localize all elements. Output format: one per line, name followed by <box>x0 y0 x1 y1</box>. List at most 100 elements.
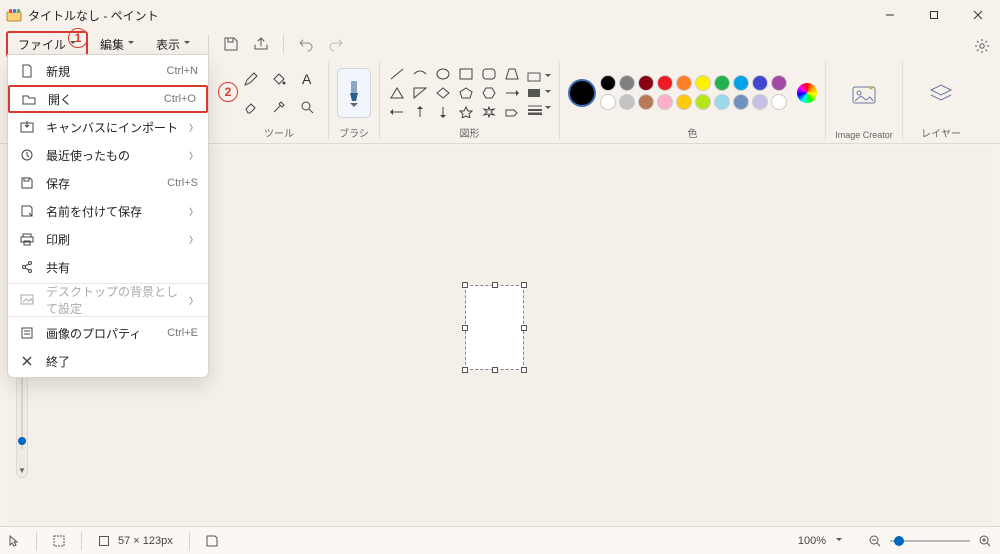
edit-colors-button[interactable] <box>797 83 817 103</box>
zoom-out-button[interactable] <box>868 534 882 548</box>
canvas-size-icon <box>98 535 110 547</box>
close-icon <box>18 354 36 368</box>
ribbon-group-brush: ブラシ <box>329 62 380 140</box>
color-swatch[interactable] <box>638 75 654 91</box>
resize-handle[interactable] <box>462 325 468 331</box>
save-as-icon <box>18 204 36 218</box>
status-bar: 57 × 123px 100% <box>0 526 1000 554</box>
resize-handle[interactable] <box>492 367 498 373</box>
eraser-tool[interactable] <box>238 94 264 120</box>
resize-handle[interactable] <box>462 282 468 288</box>
undo-button[interactable] <box>292 31 320 57</box>
shape-fill-dropdown[interactable] <box>527 87 551 99</box>
primary-color-swatch[interactable] <box>568 79 596 107</box>
file-menu-item[interactable]: 印刷〉 <box>8 225 208 253</box>
file-new-icon <box>18 64 36 78</box>
color-swatch[interactable] <box>676 75 692 91</box>
view-menu-button[interactable]: 表示 <box>146 33 200 56</box>
color-swatch[interactable] <box>600 75 616 91</box>
folder-open-icon <box>20 92 38 106</box>
settings-button[interactable] <box>970 34 994 58</box>
props-icon <box>18 326 36 340</box>
file-menu-dropdown: 新規Ctrl+N開くCtrl+Oキャンバスにインポート〉最近使ったもの〉保存Ct… <box>7 54 209 378</box>
resize-handle[interactable] <box>462 367 468 373</box>
color-swatch[interactable] <box>752 94 768 110</box>
save-status-icon <box>206 535 218 547</box>
annotation-1: 1 <box>68 28 88 48</box>
color-swatch[interactable] <box>771 75 787 91</box>
menu-item-label: 新規 <box>46 63 157 80</box>
menu-item-label: 最近使ったもの <box>46 147 179 164</box>
canvas-selection[interactable] <box>466 286 523 369</box>
ribbon-group-label: 図形 <box>460 125 480 140</box>
svg-text:A: A <box>302 71 312 87</box>
annotation-2: 2 <box>218 82 238 102</box>
ribbon-group-layers: レイヤー <box>903 62 979 140</box>
file-menu-item[interactable]: 最近使ったもの〉 <box>8 141 208 169</box>
file-menu-item[interactable]: 画像のプロパティCtrl+E <box>8 319 208 347</box>
color-swatch[interactable] <box>695 75 711 91</box>
color-swatch[interactable] <box>657 94 673 110</box>
file-menu-item[interactable]: 共有 <box>8 253 208 281</box>
close-button[interactable] <box>956 0 1000 30</box>
wallpaper-icon <box>18 293 36 307</box>
title-text: タイトルなし - ペイント <box>28 7 159 24</box>
file-menu-item[interactable]: 保存 Ctrl+S <box>8 169 208 197</box>
pencil-tool[interactable] <box>238 66 264 92</box>
color-swatch[interactable] <box>600 94 616 110</box>
file-menu-item[interactable]: キャンバスにインポート〉 <box>8 113 208 141</box>
brush-dropdown[interactable] <box>337 68 371 118</box>
color-swatch[interactable] <box>771 94 787 110</box>
shapes-gallery[interactable] <box>388 66 521 120</box>
color-swatch[interactable] <box>657 75 673 91</box>
slider-thumb[interactable] <box>18 437 26 445</box>
color-grid <box>600 75 787 110</box>
color-swatch[interactable] <box>714 94 730 110</box>
edit-menu-button[interactable]: 編集 <box>90 33 144 56</box>
save-icon-button[interactable] <box>217 31 245 57</box>
color-swatch[interactable] <box>733 94 749 110</box>
redo-button[interactable] <box>322 31 350 57</box>
cursor-icon <box>8 535 20 547</box>
picker-tool[interactable] <box>266 94 292 120</box>
menu-item-label: 名前を付けて保存 <box>46 203 179 220</box>
color-swatch[interactable] <box>695 94 711 110</box>
canvas-size-value: 57 × 123px <box>118 535 173 547</box>
color-swatch[interactable] <box>752 75 768 91</box>
resize-handle[interactable] <box>521 325 527 331</box>
ribbon-group-image-creator: Image Creator <box>826 62 903 140</box>
color-swatch[interactable] <box>714 75 730 91</box>
color-swatch[interactable] <box>619 94 635 110</box>
color-swatch[interactable] <box>638 94 654 110</box>
zoom-thumb[interactable] <box>894 536 904 546</box>
menu-item-shortcut: Ctrl+S <box>167 177 198 189</box>
zoom-in-button[interactable] <box>978 534 992 548</box>
shape-thickness-dropdown[interactable] <box>527 103 551 115</box>
file-menu-item[interactable]: 名前を付けて保存〉 <box>8 197 208 225</box>
resize-handle[interactable] <box>521 282 527 288</box>
menu-item-label: 保存 <box>46 175 157 192</box>
text-tool[interactable]: A <box>294 66 320 92</box>
resize-handle[interactable] <box>492 282 498 288</box>
file-menu-item[interactable]: 新規Ctrl+N <box>8 57 208 85</box>
file-menu-item[interactable]: 開くCtrl+O <box>8 85 208 113</box>
layers-button[interactable] <box>911 82 971 104</box>
menu-item-label: 画像のプロパティ <box>46 325 157 342</box>
color-swatch[interactable] <box>733 75 749 91</box>
image-creator-button[interactable] <box>834 84 894 106</box>
color-swatch[interactable] <box>676 94 692 110</box>
submenu-arrow-icon: 〉 <box>189 205 198 218</box>
save-icon <box>18 176 36 190</box>
menu-item-label: 終了 <box>46 353 198 370</box>
fill-tool[interactable] <box>266 66 292 92</box>
color-swatch[interactable] <box>619 75 635 91</box>
magnify-tool[interactable] <box>294 94 320 120</box>
zoom-slider[interactable] <box>890 540 970 542</box>
resize-handle[interactable] <box>521 367 527 373</box>
file-menu-item[interactable]: 終了 <box>8 347 208 375</box>
maximize-button[interactable] <box>912 0 956 30</box>
share-icon-button[interactable] <box>247 31 275 57</box>
shape-outline-dropdown[interactable] <box>527 71 551 83</box>
minimize-button[interactable] <box>868 0 912 30</box>
ribbon-group-label: レイヤー <box>921 125 961 140</box>
